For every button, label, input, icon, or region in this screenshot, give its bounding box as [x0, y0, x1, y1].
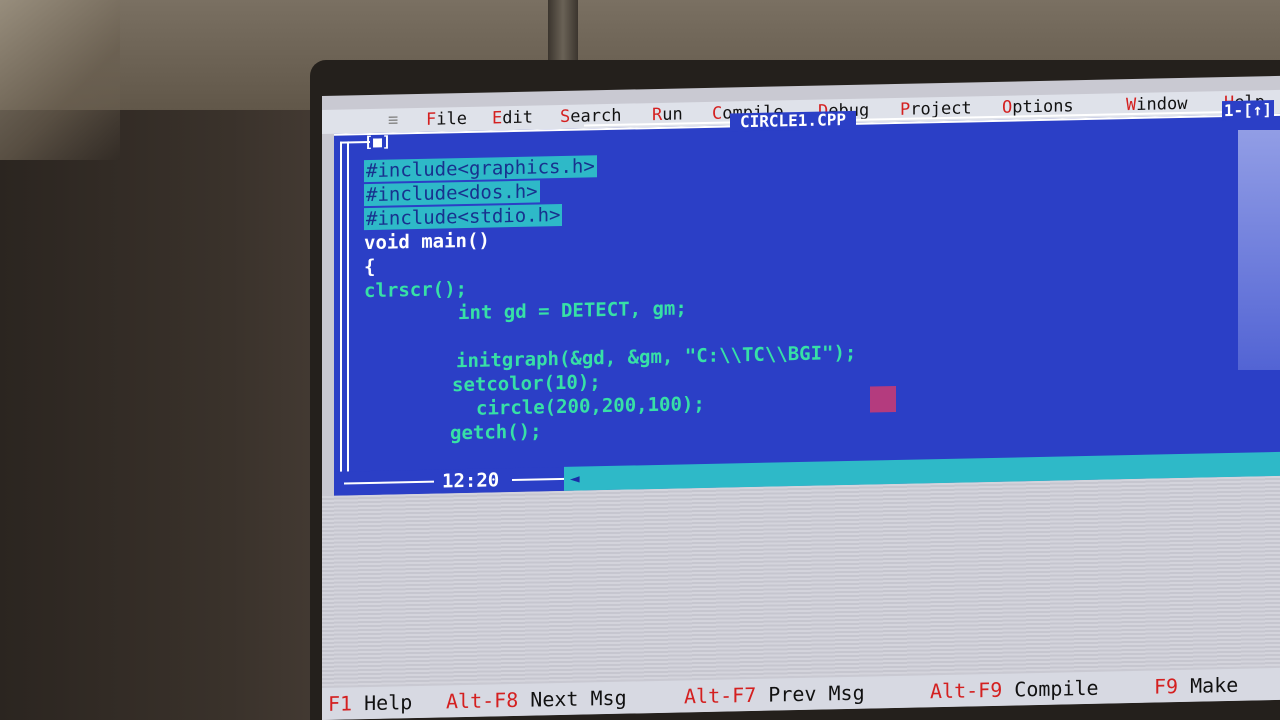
hint-help[interactable]: F1 Help — [328, 686, 412, 720]
window-number[interactable]: 1-[↑] — [1221, 100, 1274, 121]
hint-make[interactable]: F9 Make — [1154, 669, 1238, 703]
system-menu-icon[interactable]: ≡ — [388, 108, 398, 132]
code-area[interactable]: #include<graphics.h> #include<dos.h> #in… — [350, 151, 856, 495]
editor-title: CIRCLE1.CPP — [730, 110, 856, 132]
crt-screen: ≡ File Edit Search Run Compile Debug Pro… — [322, 75, 1280, 720]
photo-corner — [0, 0, 120, 160]
scroll-left-arrow-icon[interactable]: ◄ — [570, 468, 590, 489]
hint-prev-msg[interactable]: Alt-F7 Prev Msg — [684, 677, 865, 713]
menu-edit[interactable]: Edit — [492, 106, 533, 131]
close-box[interactable]: [■] — [364, 133, 391, 152]
hint-next-msg[interactable]: Alt-F8 Next Msg — [446, 682, 627, 718]
editor-window[interactable]: CIRCLE1.CPP 1-[↑] [■] #include<graphics.… — [334, 100, 1280, 496]
window-reflection — [1238, 130, 1280, 370]
message-area — [322, 475, 1280, 686]
frame-left-border — [340, 141, 349, 480]
menu-file[interactable]: File — [426, 107, 467, 132]
hint-compile[interactable]: Alt-F9 Compile — [930, 672, 1099, 708]
text-cursor-block — [870, 385, 896, 413]
cursor-position: 12:20 — [442, 469, 500, 493]
